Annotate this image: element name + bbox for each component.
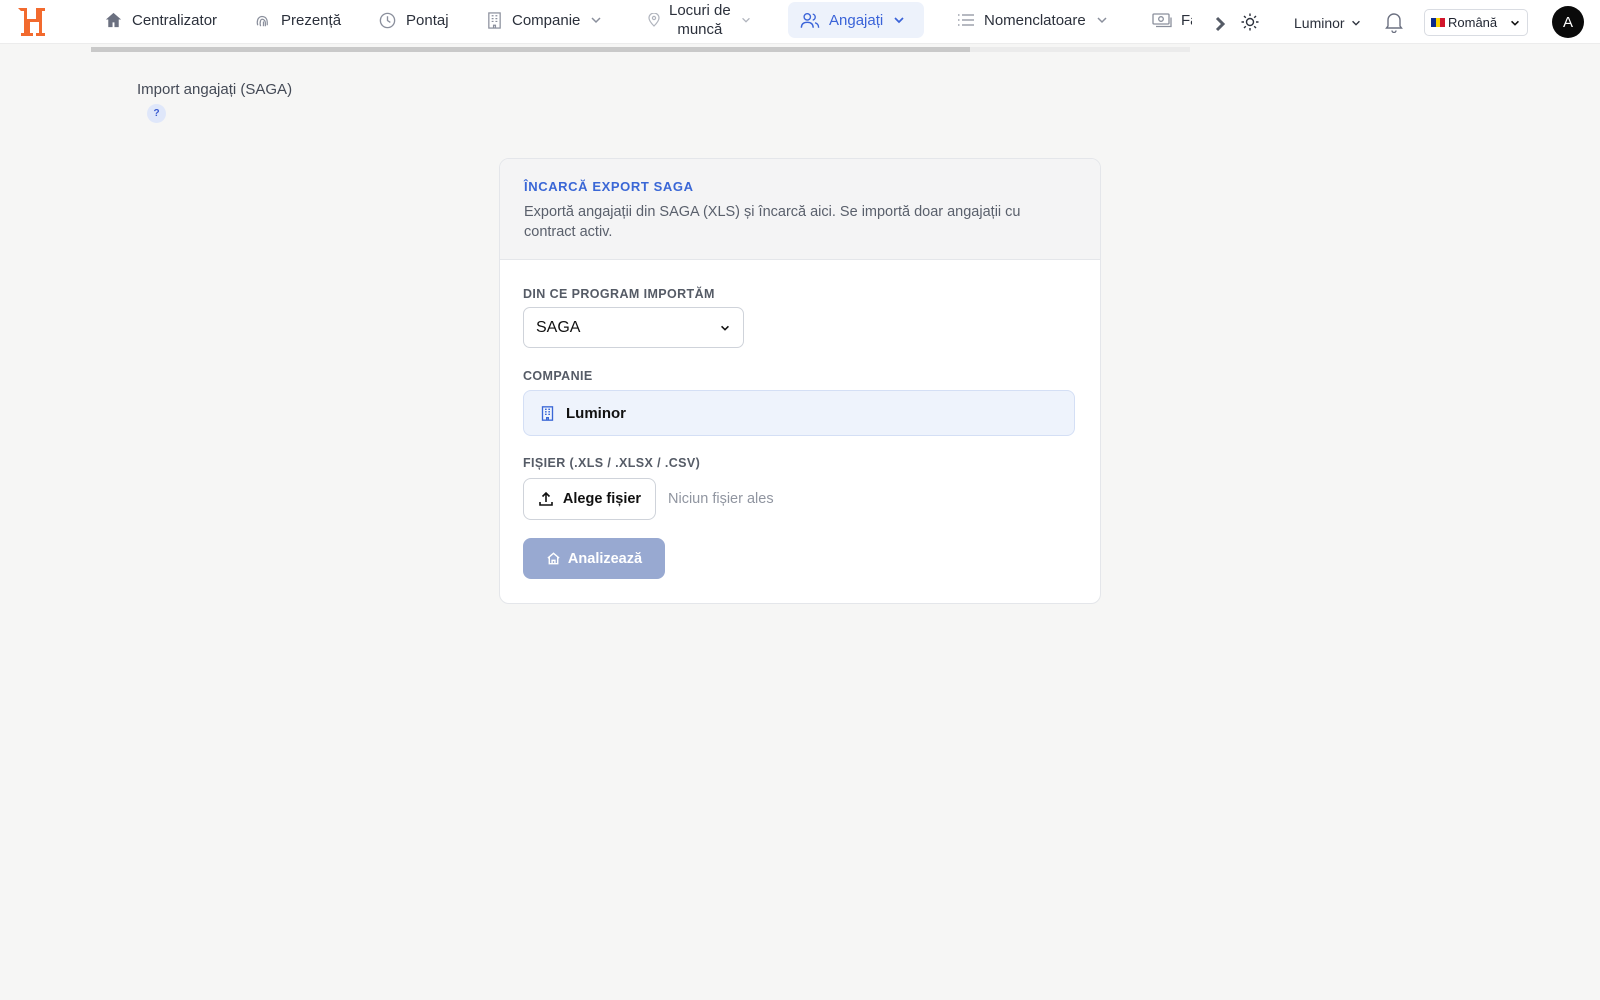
- home-icon: [105, 12, 122, 27]
- company-field-value: Luminor: [566, 404, 626, 422]
- romania-flag-icon: [1431, 18, 1446, 27]
- company-field-label: COMPANIE: [523, 369, 593, 383]
- nav-item-facturare[interactable]: Fa: [1140, 2, 1192, 38]
- file-field-label: FIȘIER (.XLS / .XLSX / .CSV): [523, 456, 701, 470]
- language-select[interactable]: Română: [1424, 9, 1528, 36]
- nav-label: Prezență: [281, 11, 342, 29]
- choose-file-label: Alege fișier: [562, 491, 642, 507]
- choose-file-button[interactable]: Alege fișier: [523, 478, 656, 520]
- chevron-down-icon: [1351, 20, 1360, 26]
- file-status-text: Niciun fișier ales: [668, 491, 774, 507]
- notifications-button[interactable]: [1384, 11, 1404, 38]
- user-avatar[interactable]: A: [1552, 6, 1584, 38]
- building-icon: [541, 405, 554, 421]
- app-logo[interactable]: [14, 2, 54, 42]
- nav-scroll-right-button[interactable]: [1208, 12, 1232, 36]
- language-label: Română: [1448, 15, 1498, 30]
- chevron-down-icon: [1511, 20, 1519, 26]
- upload-icon: [539, 491, 553, 506]
- chevron-right-icon: [1215, 16, 1226, 32]
- nav-label: Pontaj: [406, 11, 449, 29]
- nav-item-centralizator[interactable]: Centralizator: [92, 2, 229, 38]
- bell-icon: [1385, 13, 1403, 34]
- nav-item-pontaj[interactable]: Pontaj: [366, 2, 461, 38]
- company-switcher-label: Luminor: [1294, 15, 1345, 31]
- analyze-button[interactable]: Analizează: [523, 538, 665, 579]
- program-field-label: DIN CE PROGRAM IMPORTĂM: [523, 287, 715, 301]
- card-body: DIN CE PROGRAM IMPORTĂM SAGA COMPANIE Lu…: [499, 0, 1101, 1000]
- help-badge[interactable]: ?: [147, 104, 166, 123]
- program-select[interactable]: SAGA: [523, 307, 744, 348]
- company-field: Luminor: [523, 390, 1075, 436]
- chevron-down-icon: [721, 325, 729, 331]
- sun-icon: [1241, 13, 1259, 31]
- nav-item-prezenta[interactable]: Prezență: [241, 2, 353, 38]
- fingerprint-icon: [256, 15, 268, 26]
- money-icon: [1152, 13, 1172, 28]
- nav-label: Fa: [1181, 11, 1192, 29]
- analyze-button-label: Analizează: [567, 550, 643, 567]
- home-icon: [547, 552, 560, 565]
- clock-icon: [379, 12, 396, 28]
- nav-label: Centralizator: [132, 11, 218, 29]
- company-switcher[interactable]: Luminor: [1294, 12, 1362, 34]
- page-title: Import angajați (SAGA): [137, 81, 293, 98]
- program-select-value: SAGA: [536, 318, 581, 336]
- theme-toggle-button[interactable]: [1240, 12, 1260, 37]
